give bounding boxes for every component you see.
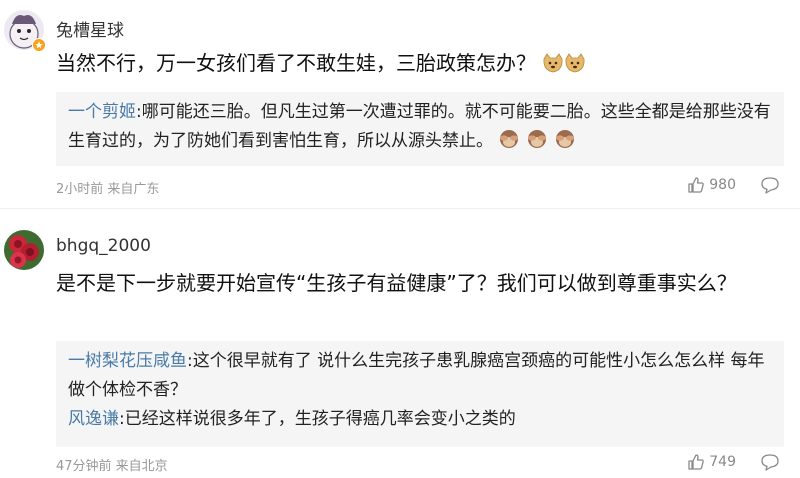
like-count: 980 (709, 177, 736, 193)
reply-box: 一个剪姬:哪可能还三胎。但凡生过第一次遭过罪的。就不可能要二胎。这些全都是给那些… (56, 92, 784, 166)
see-no-evil-monkey-icon (498, 128, 582, 160)
reply-username[interactable]: 一个剪姬 (68, 102, 136, 122)
comment-body: 当然不行，万一女孩们看了不敢生娃，三胎政策怎办？ (56, 51, 536, 75)
like-count: 749 (709, 454, 736, 470)
comment-bubble-icon (761, 177, 779, 194)
reply-box: 一树梨花压咸鱼:这个很早就有了 说什么生完孩子患乳腺癌宫颈癌的可能性小怎么怎么样… (56, 341, 784, 447)
avatar[interactable] (4, 230, 44, 270)
comment-username[interactable]: 兔槽星球 (56, 16, 124, 41)
reply-text: :哪可能还三胎。但凡生过第一次遭过罪的。就不可能要二胎。这些全都是给那些没有生育… (68, 102, 771, 151)
reply-line: 风逸谦:已经这样说很多年了，生孩子得癌几率会变小之类的 (68, 405, 774, 434)
comment-body: 是不是下一步就要开始宣传“生孩子有益健康”了？我们可以做到尊重事实么？ (56, 271, 737, 295)
like-button[interactable]: 749 (687, 453, 736, 471)
comment-bubble-icon (761, 454, 779, 471)
reply-username[interactable]: 一树梨花压咸鱼 (68, 351, 187, 371)
reply-line: 一树梨花压咸鱼:这个很早就有了 说什么生完孩子患乳腺癌宫颈癌的可能性小怎么怎么样… (68, 347, 774, 405)
doge-icon (542, 51, 586, 83)
reply-button[interactable] (760, 453, 780, 471)
comment-meta: 47分钟前 来自北京 (56, 459, 168, 474)
reply-username[interactable]: 风逸谦 (68, 409, 119, 429)
comment-actions: 980 (687, 176, 780, 194)
comment-item: bhgq_2000 是不是下一步就要开始宣传“生孩子有益健康”了？我们可以做到尊… (0, 209, 800, 478)
verified-badge-icon (32, 38, 46, 52)
comment-username[interactable]: bhgq_2000 (56, 236, 151, 256)
thumbs-up-icon (688, 177, 705, 193)
reply-text: :已经这样说很多年了，生孩子得癌几率会变小之类的 (119, 409, 516, 429)
comment-text: 是不是下一步就要开始宣传“生孩子有益健康”了？我们可以做到尊重事实么？ (56, 267, 780, 299)
like-button[interactable]: 980 (687, 176, 736, 194)
comment-item: 兔槽星球 当然不行，万一女孩们看了不敢生娃，三胎政策怎办？ 一个剪姬:哪可能还三… (0, 0, 800, 209)
comment-meta: 2小时前 来自广东 (56, 182, 160, 197)
reply-button[interactable] (760, 176, 780, 194)
thumbs-up-icon (688, 454, 705, 470)
comment-actions: 749 (687, 453, 780, 471)
comment-text: 当然不行，万一女孩们看了不敢生娃，三胎政策怎办？ (56, 47, 780, 83)
